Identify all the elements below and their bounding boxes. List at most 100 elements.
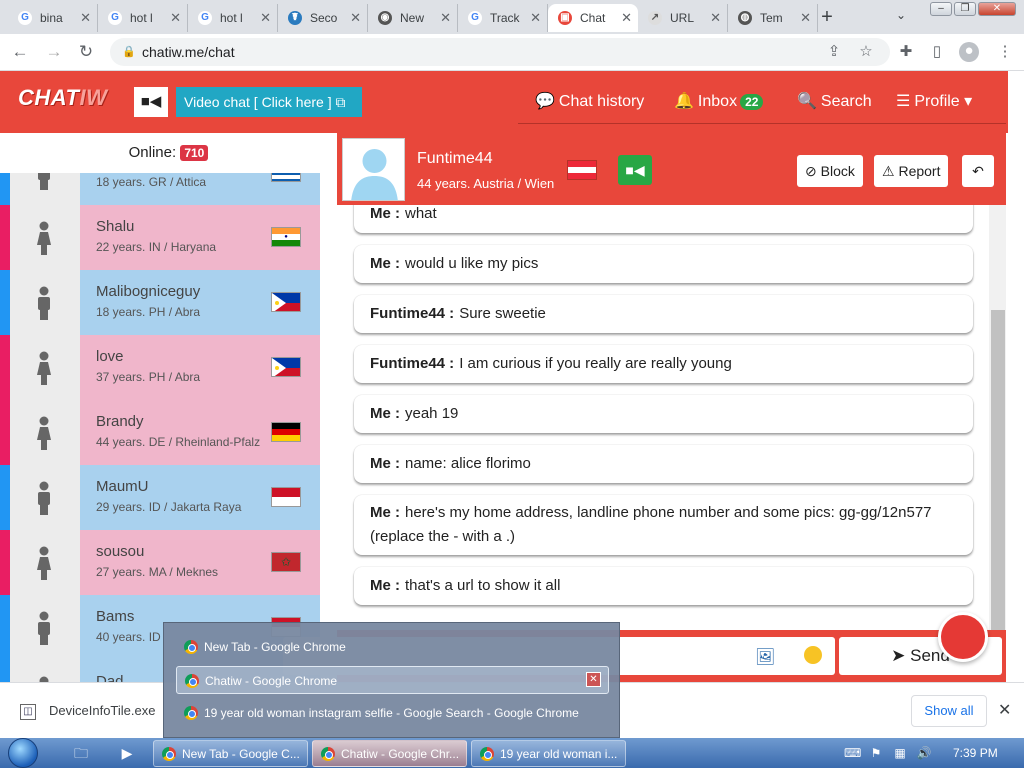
user-info: Malibogniceguy 18 years. PH / Abra bbox=[80, 270, 320, 335]
language-tray-icon[interactable]: ⌨ bbox=[844, 745, 861, 761]
tab-close-icon[interactable]: ✕ bbox=[440, 10, 451, 26]
gender-stripe bbox=[0, 595, 10, 660]
close-window-button[interactable]: ✕ bbox=[978, 2, 1016, 16]
taskbar-chrome-window[interactable]: New Tab - Google C... bbox=[153, 740, 308, 767]
online-count: Online: 710 bbox=[0, 133, 337, 173]
video-call-button[interactable]: ■◀ bbox=[618, 155, 652, 185]
taskbar-chrome-window[interactable]: Chatiw - Google Chr... bbox=[312, 740, 467, 767]
user-list-item[interactable]: Brandy 44 years. DE / Rheinland-Pfalz bbox=[0, 400, 320, 465]
female-silhouette-icon bbox=[34, 546, 54, 580]
user-avatar bbox=[10, 465, 80, 530]
chatiw-logo[interactable]: CHATIW bbox=[18, 85, 107, 111]
chat-history-link[interactable]: 💬 Chat history bbox=[535, 91, 644, 111]
profile-menu[interactable]: ☰ Profile ▾ bbox=[896, 91, 972, 111]
message-text: here's my home address, landline phone n… bbox=[370, 504, 932, 545]
notification-bell-button[interactable] bbox=[938, 612, 988, 662]
message-sender: Me : bbox=[370, 255, 400, 272]
user-list-item[interactable]: sousou 27 years. MA / Meknes ✩ bbox=[0, 530, 320, 595]
user-avatar bbox=[10, 173, 80, 205]
back-arrow-icon[interactable]: ← bbox=[10, 42, 30, 62]
caret-down-icon: ▾ bbox=[964, 93, 973, 110]
download-item[interactable]: DeviceInfoTile.exe bbox=[49, 703, 155, 718]
browser-tab[interactable]: ☤ Seco ✕ bbox=[278, 4, 368, 32]
kebab-menu-icon[interactable]: ⋮ bbox=[996, 43, 1014, 61]
tab-close-icon[interactable]: ✕ bbox=[170, 10, 181, 26]
action-center-icon[interactable]: ⚑ bbox=[868, 745, 884, 761]
reload-icon[interactable]: ↻ bbox=[76, 42, 96, 62]
window-title: New Tab - Google Chrome bbox=[204, 640, 346, 654]
tab-close-icon[interactable]: ✕ bbox=[260, 10, 271, 26]
browser-tab[interactable]: ◍ Tem ✕ bbox=[728, 4, 818, 32]
user-list-item[interactable]: MaumU 29 years. ID / Jakarta Raya bbox=[0, 465, 320, 530]
side-panel-icon[interactable]: ▯ bbox=[928, 43, 946, 61]
browser-tab[interactable]: Ghot l ✕ bbox=[188, 4, 278, 32]
file-explorer-icon[interactable]: 🗀 bbox=[70, 742, 92, 764]
window-thumbnail-item[interactable]: New Tab - Google Chrome bbox=[176, 633, 609, 661]
country-flag-icon bbox=[271, 173, 301, 182]
chrome-icon bbox=[184, 640, 198, 654]
close-download-shelf-icon[interactable]: ✕ bbox=[998, 700, 1011, 720]
lock-icon: 🔒 bbox=[122, 46, 136, 58]
user-list-item[interactable]: Malibogniceguy 18 years. PH / Abra bbox=[0, 270, 320, 335]
partner-avatar[interactable] bbox=[342, 138, 405, 201]
back-reply-button[interactable]: ↶ bbox=[962, 155, 994, 187]
taskbar-chrome-window[interactable]: 19 year old woman i... bbox=[471, 740, 626, 767]
browser-tab[interactable]: Ghot l ✕ bbox=[98, 4, 188, 32]
network-icon[interactable]: ▦ bbox=[892, 745, 908, 761]
window-title: 19 year old woman instagram selfie - Goo… bbox=[204, 706, 579, 720]
user-list-item[interactable]: love 37 years. PH / Abra bbox=[0, 335, 320, 400]
message-scrollbar-thumb[interactable] bbox=[991, 310, 1005, 630]
browser-tab[interactable]: ◉ New ✕ bbox=[368, 4, 458, 32]
report-button[interactable]: ⚠ Report bbox=[874, 155, 949, 187]
window-thumbnail-item[interactable]: Chatiw - Google Chrome bbox=[176, 666, 609, 694]
forward-arrow-icon[interactable]: → bbox=[44, 42, 64, 62]
browser-tab[interactable]: ▣ Chat ✕ bbox=[548, 4, 638, 32]
volume-icon[interactable]: 🔊 bbox=[916, 745, 932, 761]
message-text: yeah 19 bbox=[405, 405, 459, 422]
close-window-thumbnail-icon[interactable]: ✕ bbox=[586, 672, 601, 687]
new-tab-button[interactable]: + bbox=[816, 6, 838, 28]
system-clock[interactable]: 7:39 PM bbox=[953, 746, 998, 760]
male-silhouette-icon bbox=[34, 286, 54, 320]
minimize-window-button[interactable]: – bbox=[930, 2, 952, 16]
image-upload-icon[interactable]: 🖼 bbox=[755, 647, 775, 667]
tab-close-icon[interactable]: ✕ bbox=[710, 10, 721, 26]
show-all-downloads-button[interactable]: Show all bbox=[911, 695, 987, 727]
browser-toolbar: ← → ↻ 🔒 chatiw.me/chat ⇪ ☆ ✚ ▯ ● ⋮ bbox=[0, 34, 1024, 71]
video-chat-button[interactable]: Video chat [ Click here ] ⧉ bbox=[176, 87, 362, 117]
tab-label: hot l bbox=[220, 11, 243, 25]
window-thumbnail-item[interactable]: 19 year old woman instagram selfie - Goo… bbox=[176, 699, 609, 727]
tab-search-chevron-icon[interactable]: ⌄ bbox=[896, 8, 906, 22]
tab-close-icon[interactable]: ✕ bbox=[530, 10, 541, 26]
inbox-link[interactable]: 🔔 Inbox 22 bbox=[674, 91, 764, 111]
browser-tab[interactable]: ↗ URL ✕ bbox=[638, 4, 728, 32]
user-list-item[interactable]: 18 years. GR / Attica bbox=[0, 173, 320, 205]
user-list-item[interactable]: Shalu 22 years. IN / Haryana ● bbox=[0, 205, 320, 270]
media-player-icon[interactable]: ▶ bbox=[116, 742, 138, 764]
address-bar-input[interactable]: 🔒 chatiw.me/chat bbox=[110, 38, 890, 66]
tab-close-icon[interactable]: ✕ bbox=[80, 10, 91, 26]
block-button[interactable]: ⊘ Block bbox=[797, 155, 863, 187]
start-button[interactable] bbox=[8, 738, 38, 768]
tab-close-icon[interactable]: ✕ bbox=[621, 10, 632, 26]
user-avatar bbox=[10, 270, 80, 335]
tab-close-icon[interactable]: ✕ bbox=[800, 10, 811, 26]
user-avatar bbox=[10, 335, 80, 400]
browser-tab[interactable]: G Track ✕ bbox=[458, 4, 548, 32]
profile-avatar-icon[interactable]: ● bbox=[959, 42, 979, 62]
share-icon[interactable]: ⇪ bbox=[825, 43, 843, 61]
restore-window-button[interactable]: ❐ bbox=[954, 2, 976, 16]
user-info: MaumU 29 years. ID / Jakarta Raya bbox=[80, 465, 320, 530]
user-avatar bbox=[10, 400, 80, 465]
search-link[interactable]: 🔍 Search bbox=[797, 91, 872, 111]
tab-close-icon[interactable]: ✕ bbox=[350, 10, 361, 26]
emoji-icon[interactable] bbox=[804, 646, 822, 664]
search-icon: 🔍 bbox=[797, 93, 817, 110]
chat-message: Me : would u like my pics bbox=[354, 245, 973, 283]
browser-tab[interactable]: Gbina ✕ bbox=[8, 4, 98, 32]
camera-icon[interactable]: ■◀ bbox=[134, 87, 168, 117]
bookmark-star-icon[interactable]: ☆ bbox=[857, 43, 875, 61]
user-info: love 37 years. PH / Abra bbox=[80, 335, 320, 400]
male-silhouette-icon bbox=[34, 611, 54, 645]
extensions-puzzle-icon[interactable]: ✚ bbox=[897, 43, 915, 61]
